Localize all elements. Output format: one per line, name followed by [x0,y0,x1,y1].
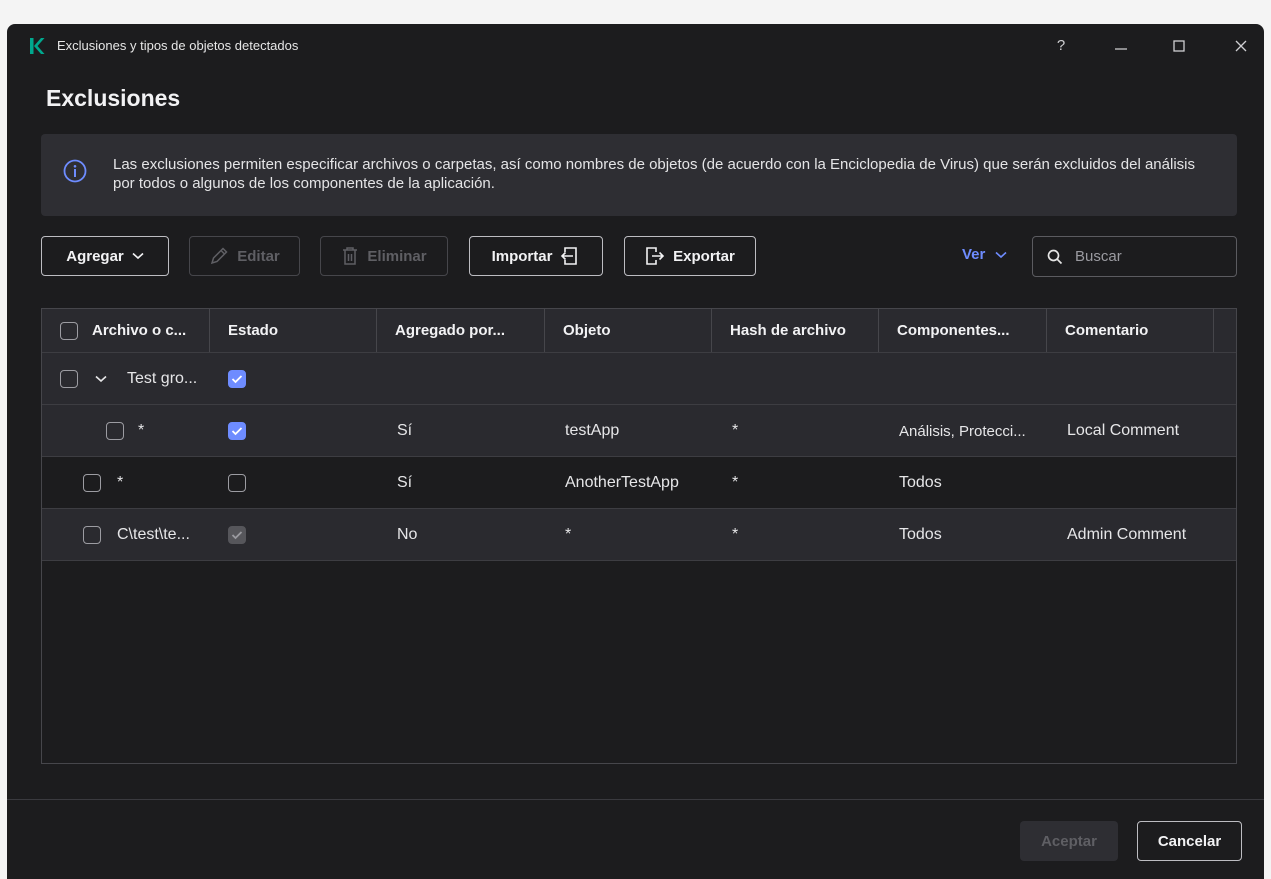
row-checkbox[interactable] [60,353,78,405]
help-icon: ? [1056,37,1066,54]
column-header-file-label: Archivo o c... [92,322,187,339]
edit-label: Editar [237,247,280,265]
table-row[interactable]: C\test\te... No * * Todos Admin Comment [42,508,1236,560]
page-title: Exclusiones [46,85,181,111]
add-label: Agregar [66,247,124,265]
added-by: Sí [397,422,413,439]
delete-button[interactable]: Eliminar [320,236,448,276]
maximize-icon [1173,40,1185,52]
table-row[interactable]: * Sí testApp * Análisis, Protecci... Loc… [42,404,1236,456]
edit-button[interactable]: Editar [189,236,300,276]
add-button[interactable]: Agregar [41,236,169,276]
chevron-down-icon [995,251,1007,258]
column-header-status[interactable]: Estado [210,309,377,352]
file-hash: * [732,474,739,491]
components: Todos [899,474,942,491]
minimize-icon [1115,48,1127,50]
expand-chevron-icon[interactable] [95,353,107,405]
column-header-object[interactable]: Objeto [545,309,712,352]
export-label: Exportar [673,247,735,265]
status-checkbox[interactable] [228,353,246,405]
row-checkbox[interactable] [106,405,124,457]
column-header-components[interactable]: Componentes... [879,309,1047,352]
column-header-hash[interactable]: Hash de archivo [712,309,879,352]
table-row[interactable]: * Sí AnotherTestApp * Todos [42,456,1236,508]
column-header-comment[interactable]: Comentario [1047,309,1214,352]
comment: Local Comment [1067,422,1180,439]
export-button[interactable]: Exportar [624,236,756,276]
status-checkbox-disabled [228,509,246,561]
view-label: Ver [962,246,986,263]
dialog-window: Exclusiones y tipos de objetos detectado… [7,24,1264,879]
import-button[interactable]: Importar [469,236,603,276]
pencil-icon [211,247,228,265]
column-header-file[interactable]: Archivo o c... [42,309,210,352]
row-checkbox[interactable] [83,457,101,509]
export-icon [646,247,665,265]
file-name: * [117,474,124,491]
file-name: * [138,422,145,439]
ok-button[interactable]: Aceptar [1020,821,1118,861]
search-box[interactable] [1032,236,1237,277]
row-checkbox[interactable] [83,509,101,561]
object-name: testApp [565,422,620,439]
added-by: No [397,526,418,543]
file-name: C\test\te... [117,526,190,543]
view-dropdown[interactable]: Ver [962,246,1007,263]
row-divider [42,560,1236,561]
import-label: Importar [491,247,553,265]
comment: Admin Comment [1067,526,1187,543]
title-bar: Exclusiones y tipos de objetos detectado… [7,24,1264,68]
added-by: Sí [397,474,413,491]
column-header-added-by[interactable]: Agregado por... [377,309,545,352]
object-name: AnotherTestApp [565,474,679,491]
delete-label: Eliminar [367,247,427,265]
components: Análisis, Protecci... [899,422,1026,440]
dialog-footer: Aceptar Cancelar [7,799,1264,879]
file-hash: * [732,526,739,543]
close-button[interactable] [1228,34,1254,58]
search-input[interactable] [1075,248,1215,265]
maximize-button[interactable] [1166,34,1192,58]
info-banner: Las exclusiones permiten especificar arc… [41,134,1237,216]
file-hash: * [732,422,739,439]
chevron-down-icon [132,252,144,260]
status-checkbox[interactable] [228,405,246,457]
window-title: Exclusiones y tipos de objetos detectado… [57,38,299,53]
components: Todos [899,526,942,543]
table-header: Archivo o c... Estado Agregado por... Ob… [42,309,1236,352]
minimize-button[interactable] [1108,34,1134,58]
exclusions-table: Archivo o c... Estado Agregado por... Ob… [41,308,1237,764]
info-text: Las exclusiones permiten especificar arc… [113,156,1195,192]
cancel-button[interactable]: Cancelar [1137,821,1242,861]
select-all-checkbox[interactable] [60,321,78,340]
kaspersky-logo-icon [30,38,45,54]
trash-icon [343,247,358,265]
info-icon [63,159,87,183]
table-row-group[interactable]: Test gro... [42,352,1236,404]
help-button[interactable]: ? [1048,34,1074,58]
search-icon [1047,249,1063,264]
import-icon [561,247,578,265]
object-name: * [565,526,572,543]
file-name: Test gro... [127,370,198,387]
close-icon [1235,40,1247,52]
status-checkbox[interactable] [228,457,246,509]
